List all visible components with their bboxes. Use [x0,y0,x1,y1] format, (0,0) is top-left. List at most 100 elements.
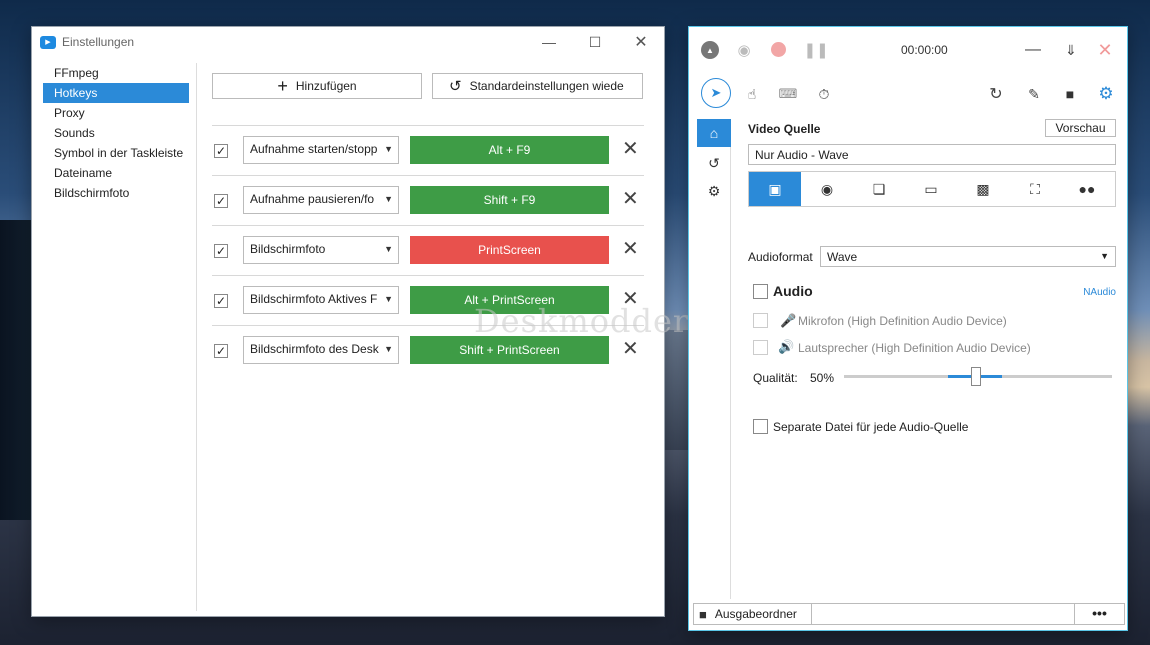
fullscreen-region-icon[interactable]: ⛶ [1009,172,1061,206]
window-title: Einstellungen [62,35,135,49]
quality-label: Qualität: [753,371,798,385]
collapse-icon[interactable]: ▲ [701,41,719,59]
chevron-down-icon: ▼ [1100,251,1109,261]
hotkey-enabled-checkbox[interactable]: ✓ [214,244,228,258]
audioformat-select[interactable]: Wave ▼ [820,246,1116,267]
sidebar-item-screenshot[interactable]: Bildschirmfoto [32,183,196,203]
window-icon[interactable]: ❏ [853,172,905,206]
hotkey-enabled-checkbox[interactable]: ✓ [214,144,228,158]
quality-slider-thumb[interactable] [971,367,981,386]
maximize-button[interactable]: ☐ [572,27,618,57]
recorder-side-nav: ⌂ ↺ ⚙ [695,119,731,599]
minimize-button[interactable]: — [1021,39,1045,61]
chevron-down-icon: ▼ [384,194,393,204]
webcam-icon[interactable]: ◉ [801,172,853,206]
add-hotkey-button[interactable]: + Hinzufügen [212,73,422,99]
output-path-field[interactable] [812,603,1075,625]
delete-hotkey-icon[interactable]: ✕ [622,138,639,160]
sidebar-item-hotkeys[interactable]: Hotkeys [43,83,189,103]
close-button[interactable]: ✕ [618,27,664,57]
audio-label: Audio [773,283,813,299]
hotkey-key-button[interactable]: PrintScreen [410,236,609,264]
timer-icon[interactable]: ⏱ [813,83,835,105]
cursor-icon[interactable]: ➤ [701,78,731,108]
recorder-toolbar: ➤ ☝ ⌨ ⏱ ↻ ✎ ■ ⚙ [689,73,1127,117]
sidebar-item-sounds[interactable]: Sounds [32,123,196,143]
desktop-trees [0,220,32,520]
hotkey-action-select[interactable]: Aufnahme starten/stopp ▼ [243,136,399,164]
sidebar-item-filename[interactable]: Dateiname [32,163,196,183]
chevron-down-icon: ▼ [384,244,393,254]
screen-icon[interactable]: ▭ [905,172,957,206]
hotkey-row: ✓ Bildschirmfoto ▼ PrintScreen ✕ [212,225,644,275]
recorder-titlebar: ▲ ◉ ❚❚ 00:00:00 — ⇓ ✕ [689,27,1127,73]
record-button[interactable] [771,42,786,57]
speaker-checkbox[interactable] [753,340,768,355]
folder-icon: ■ [699,606,707,622]
hotkey-row: ✓ Aufnahme starten/stopp ▼ Alt + F9 ✕ [212,125,644,175]
camera-icon[interactable]: ◉ [733,39,755,61]
speaker-icon: 🔊 [778,339,795,354]
source-selector: ▣ ◉ ❏ ▭ ▩ ⛶ ●● [748,171,1116,207]
microphone-checkbox[interactable] [753,313,768,328]
hotkey-action-select[interactable]: Bildschirmfoto des Desk ▼ [243,336,399,364]
recorder-window: ▲ ◉ ❚❚ 00:00:00 — ⇓ ✕ ➤ ☝ ⌨ ⏱ ↻ ✎ ■ ⚙ ⌂ … [688,26,1128,631]
history-icon[interactable]: ↺ [697,149,731,177]
delete-hotkey-icon[interactable]: ✕ [622,238,639,260]
speaker-label: Lautsprecher (High Definition Audio Devi… [798,341,1031,355]
chevron-down-icon: ▼ [384,144,393,154]
audio-checkbox[interactable] [753,284,768,299]
hotkey-enabled-checkbox[interactable]: ✓ [214,194,228,208]
hotkey-action-select[interactable]: Aufnahme pausieren/fo ▼ [243,186,399,214]
settings-sidebar: FFmpeg Hotkeys Proxy Sounds Symbol in de… [32,63,197,611]
gear-icon[interactable]: ⚙ [1095,83,1117,105]
reset-icon: ↺ [449,77,462,95]
hotkey-key-button[interactable]: Shift + F9 [410,186,609,214]
hotkey-enabled-checkbox[interactable]: ✓ [214,294,228,308]
click-hand-icon[interactable]: ☝ [741,83,763,105]
microphone-label: Mikrofon (High Definition Audio Device) [798,314,1007,328]
audioformat-label: Audioformat [748,250,813,264]
hotkey-enabled-checkbox[interactable]: ✓ [214,344,228,358]
sidebar-item-ffmpeg[interactable]: FFmpeg [32,63,196,83]
active-window-icon[interactable]: ▩ [957,172,1009,206]
settings-gear-icon[interactable]: ⚙ [697,177,731,205]
sidebar-item-proxy[interactable]: Proxy [32,103,196,123]
gamepad-icon[interactable]: ●● [1061,172,1113,206]
record-dot-icon [771,42,786,57]
hotkey-key-button[interactable]: Alt + F9 [410,136,609,164]
delete-hotkey-icon[interactable]: ✕ [622,188,639,210]
preview-button[interactable]: Vorschau [1045,119,1116,137]
restore-defaults-button[interactable]: ↺ Standardeinstellungen wiede [432,73,643,99]
hotkey-key-button[interactable]: Shift + PrintScreen [410,336,609,364]
plus-icon: + [277,76,288,96]
sidebar-item-taskbar-icon[interactable]: Symbol in der Taskleiste [32,143,196,163]
hotkey-row: ✓ Aufnahme pausieren/fo ▼ Shift + F9 ✕ [212,175,644,225]
keyboard-icon[interactable]: ⌨ [777,83,799,105]
no-video-icon[interactable]: ▣ [749,172,801,206]
quality-value: 50% [810,371,835,385]
folder-icon[interactable]: ■ [1059,83,1081,105]
separate-file-checkbox[interactable] [753,419,768,434]
recording-timer: 00:00:00 [901,43,948,57]
close-button[interactable]: ✕ [1093,39,1117,61]
delete-hotkey-icon[interactable]: ✕ [622,338,639,360]
app-logo-icon: ▶ [40,35,56,49]
hotkey-action-select[interactable]: Bildschirmfoto ▼ [243,236,399,264]
double-chevron-down-icon[interactable]: ⇓ [1059,39,1083,61]
output-folder-button[interactable]: ■ Ausgabeordner [693,603,812,625]
pause-icon[interactable]: ❚❚ [803,39,828,61]
quality-slider[interactable] [844,367,1112,386]
brush-icon[interactable]: ✎ [1023,83,1045,105]
naudio-link[interactable]: NAudio [1083,287,1116,298]
refresh-icon[interactable]: ↻ [985,83,1007,105]
home-icon[interactable]: ⌂ [697,119,731,147]
output-bar: ■ Ausgabeordner ••• [693,603,1125,625]
minimize-button[interactable]: — [526,27,572,57]
video-source-field[interactable]: Nur Audio - Wave [748,144,1116,165]
microphone-icon: 🎤 [780,313,797,328]
video-source-label: Video Quelle [748,122,821,136]
more-options-button[interactable]: ••• [1075,603,1125,625]
desktop-background [665,330,689,450]
hotkey-action-select[interactable]: Bildschirmfoto Aktives F ▼ [243,286,399,314]
